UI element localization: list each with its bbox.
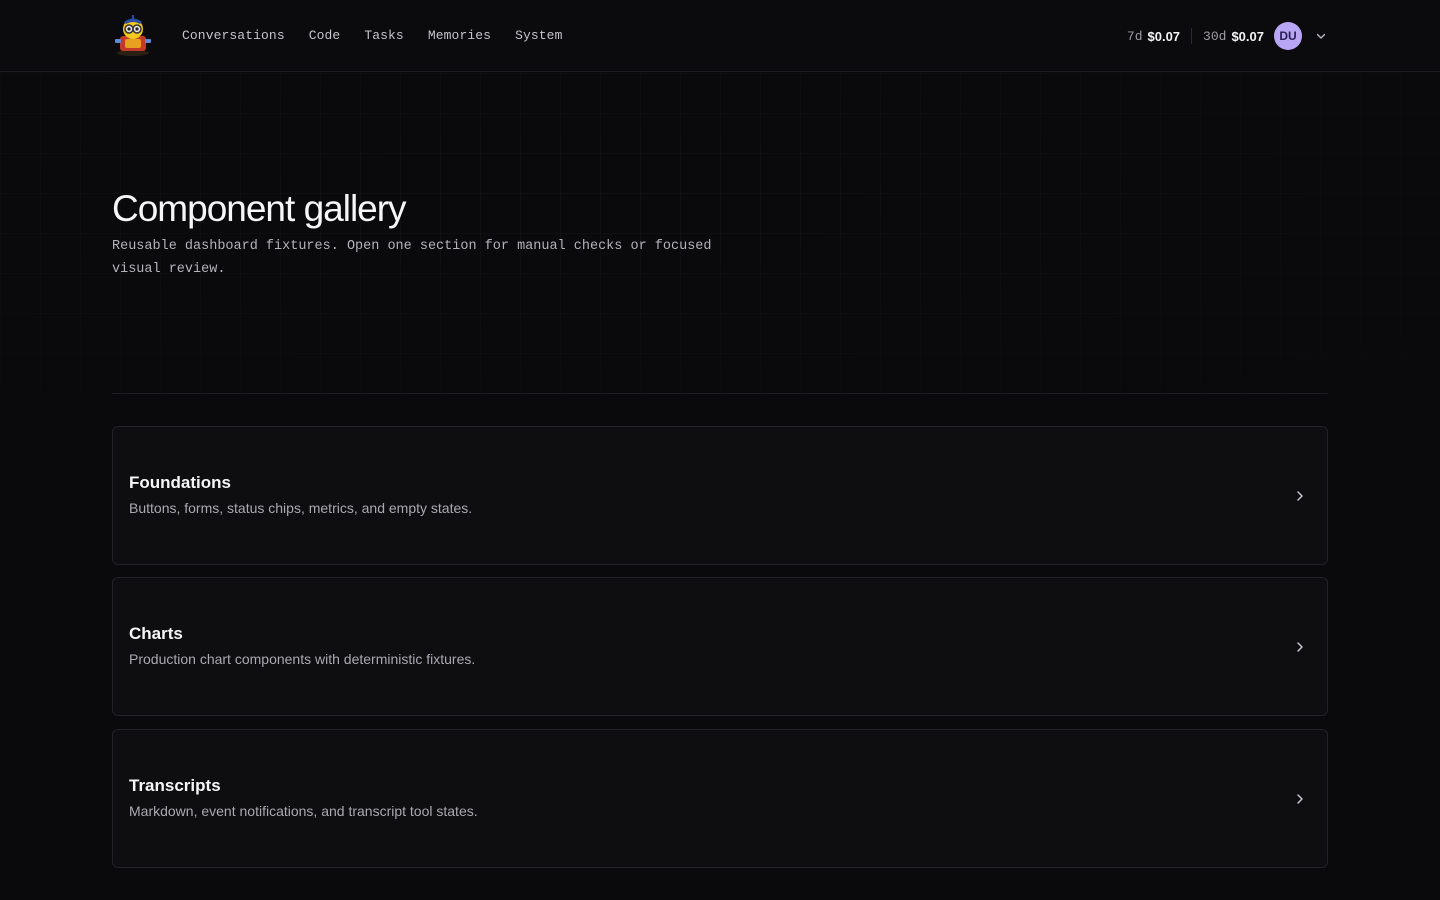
- chevron-right-icon: [1297, 642, 1303, 652]
- spend-7d-period: 7d: [1126, 28, 1143, 44]
- section-card-title: Charts: [129, 624, 183, 643]
- robot-mascot-logo[interactable]: [112, 14, 154, 56]
- chevron-right-icon: [1297, 491, 1303, 501]
- main-nav: Conversations Code Tasks Memories System: [182, 0, 562, 70]
- nav-item-code[interactable]: Code: [309, 28, 341, 43]
- spend-7d: 7d $0.07: [1127, 29, 1180, 44]
- chevron-down-icon[interactable]: [1314, 29, 1328, 43]
- section-card-description: Markdown, event notifications, and trans…: [129, 803, 478, 819]
- user-avatar[interactable]: DU: [1274, 22, 1302, 50]
- section-card-title: Foundations: [129, 473, 231, 492]
- section-divider: [112, 393, 1328, 394]
- section-card-charts[interactable]: Charts Production chart components with …: [112, 577, 1328, 716]
- top-navigation-bar: Conversations Code Tasks Memories System…: [0, 0, 1440, 72]
- spend-30d: 30d $0.07: [1203, 29, 1264, 44]
- spend-summary: 7d $0.07 30d $0.07 DU: [1127, 0, 1328, 72]
- section-card-description: Buttons, forms, status chips, metrics, a…: [129, 500, 473, 516]
- nav-item-memories[interactable]: Memories: [428, 28, 491, 43]
- section-card-title: Transcripts: [129, 776, 221, 795]
- page-title: Component gallery: [112, 188, 407, 229]
- spend-30d-period: 30d: [1203, 28, 1227, 44]
- section-card-description: Production chart components with determi…: [129, 651, 476, 667]
- section-card-foundations[interactable]: Foundations Buttons, forms, status chips…: [112, 426, 1328, 565]
- spend-30d-amount: $0.07: [1231, 28, 1264, 44]
- chevron-right-icon: [1297, 794, 1303, 804]
- page-subtitle: Reusable dashboard fixtures. Open one se…: [112, 239, 712, 277]
- nav-item-system[interactable]: System: [515, 28, 562, 43]
- spend-7d-amount: $0.07: [1147, 28, 1181, 44]
- hero-fade-overlay: [0, 73, 1440, 393]
- spend-separator: [1191, 28, 1193, 44]
- nav-item-tasks[interactable]: Tasks: [364, 28, 404, 43]
- section-card-transcripts[interactable]: Transcripts Markdown, event notification…: [112, 729, 1328, 868]
- nav-item-conversations[interactable]: Conversations: [182, 28, 285, 43]
